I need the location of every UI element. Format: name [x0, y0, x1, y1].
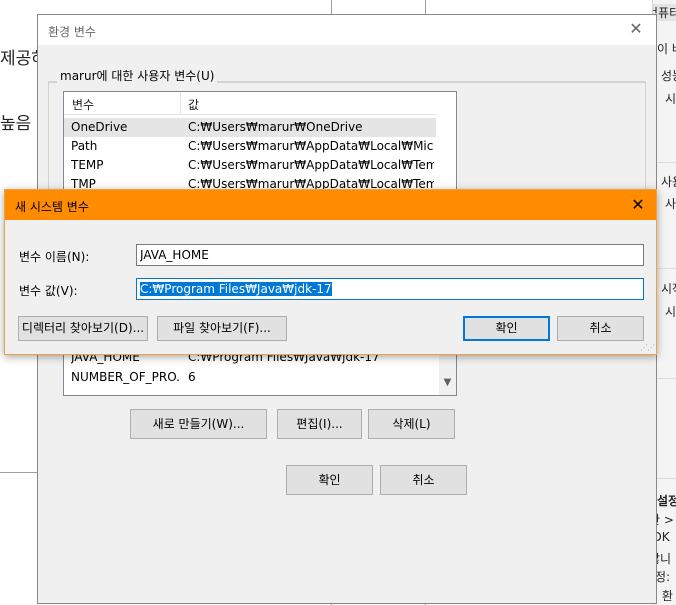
ok-button[interactable]: 확인: [463, 316, 550, 341]
delete-variable-button[interactable]: 삭제(L): [368, 409, 455, 439]
variable-name: NUMBER_OF_PRO...: [71, 370, 181, 384]
right-panel-text: 사용: [661, 175, 676, 189]
right-panel-text: 시: [665, 92, 676, 106]
list-item[interactable]: NUMBER_OF_PRO... 6: [64, 368, 436, 387]
right-panel-text: 이 버: [657, 42, 676, 56]
dialog-title: 새 시스템 변수: [15, 200, 89, 214]
list-item[interactable]: Path C:₩Users₩marur₩AppData₩Local₩Micros…: [64, 137, 436, 156]
variable-name: Path: [71, 139, 98, 153]
right-panel-text: 시: [665, 305, 676, 319]
column-header-variable[interactable]: 변수: [72, 96, 94, 113]
list-item[interactable]: TEMP C:₩Users₩marur₩AppData₩Local₩Temp: [64, 156, 436, 175]
right-panel-text: 설정: [657, 494, 676, 508]
background-divider: [331, 0, 332, 14]
variable-name-input[interactable]: [136, 244, 644, 266]
variable-name: TEMP: [71, 158, 104, 172]
user-variables-label: marur에 대한 사용자 변수(U): [57, 67, 218, 84]
variable-value-label: 변수 값(V):: [19, 284, 78, 298]
list-header: 변수 값: [64, 92, 436, 115]
background-text-2: 높음: [0, 114, 32, 134]
background-divider: [0, 472, 37, 473]
right-panel-text: 사: [665, 197, 676, 211]
close-icon[interactable]: ✕: [626, 19, 646, 38]
variable-value: C:₩Users₩marur₩OneDrive: [188, 120, 363, 134]
right-panel-text: 정:: [655, 570, 671, 584]
close-icon[interactable]: ✕: [628, 195, 648, 214]
browse-directory-button[interactable]: 디렉터리 찾아보기(D)...: [18, 316, 148, 341]
resize-grip-icon[interactable]: ⋰⋰: [640, 343, 655, 352]
cancel-button[interactable]: 취소: [380, 465, 467, 495]
list-item[interactable]: OneDrive C:₩Users₩marur₩OneDrive: [64, 118, 436, 137]
dialog-title: 환경 변수: [48, 25, 96, 39]
variable-value: 6: [188, 370, 196, 384]
variable-value: C:₩Users₩marur₩AppData₩Local₩Microso...: [188, 139, 434, 153]
background-divider: [425, 0, 426, 14]
ok-button[interactable]: 확인: [286, 465, 373, 495]
variable-value-selected-text: C:₩Program Files₩Java₩jdk-17: [140, 282, 332, 296]
variable-name: OneDrive: [71, 120, 128, 134]
column-header-value[interactable]: 값: [188, 96, 199, 113]
browse-file-button[interactable]: 파일 찾아보기(F)...: [157, 316, 287, 341]
variable-value: C:₩Users₩marur₩AppData₩Local₩Temp: [188, 158, 434, 172]
new-system-variable-dialog: 새 시스템 변수 ✕ 변수 이름(N): 변수 값(V): C:₩Program…: [4, 189, 657, 355]
cancel-button[interactable]: 취소: [557, 316, 644, 341]
edit-variable-button[interactable]: 편집(I)...: [277, 409, 362, 439]
new-variable-button[interactable]: 새로 만들기(W)...: [130, 409, 267, 439]
variable-name-label: 변수 이름(N):: [19, 250, 90, 264]
dialog-titlebar: 새 시스템 변수 ✕: [5, 190, 656, 220]
right-panel-text: 시작: [661, 282, 676, 296]
right-panel-text: 성능: [661, 69, 676, 83]
chevron-down-icon[interactable]: ▼: [439, 377, 456, 388]
dialog-titlebar: 환경 변수 ✕: [38, 15, 656, 45]
column-separator: [180, 92, 181, 114]
variable-value-input[interactable]: C:₩Program Files₩Java₩jdk-17: [136, 278, 644, 300]
